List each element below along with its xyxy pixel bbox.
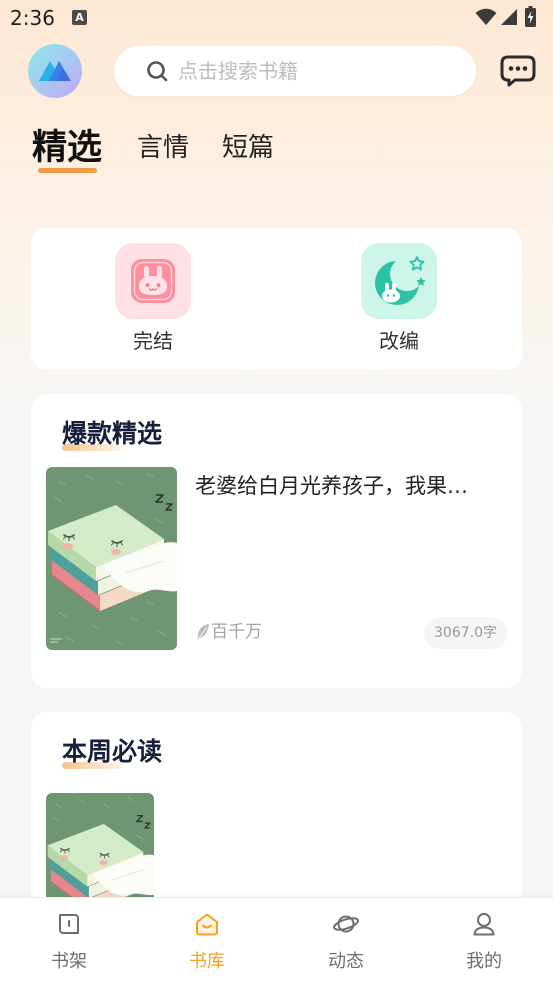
app-logo-icon — [28, 44, 82, 98]
a-notification-icon: A — [72, 10, 87, 25]
user-icon — [473, 913, 495, 936]
moon-bunny-icon — [361, 243, 437, 319]
bunny-icon — [115, 243, 191, 319]
book-author: 百千万 — [211, 622, 262, 642]
store-icon — [196, 913, 218, 936]
word-count-badge: 3067.0字 — [424, 617, 507, 649]
word-count: 3067.0字 — [434, 625, 497, 641]
nav-label: 书架 — [51, 951, 87, 972]
nav-feed[interactable]: 动态 — [277, 898, 415, 984]
category-label: 完结 — [133, 329, 173, 353]
nav-label: 书库 — [189, 951, 225, 972]
signal-icon — [501, 9, 517, 25]
search-input[interactable] — [178, 46, 458, 96]
battery-icon — [525, 6, 536, 27]
search-icon — [147, 61, 168, 82]
category-card: 完结 改编 — [31, 228, 522, 370]
section-title: 爆款精选 — [62, 419, 163, 448]
category-label: 改编 — [379, 329, 419, 353]
section-hot-picks: 爆款精选 老婆给白月光养孩子，我果… 百千万 3067.0字 — [31, 394, 522, 688]
tab-featured[interactable]: 精选 — [32, 126, 102, 170]
notification-label: A — [75, 11, 84, 24]
book-cover — [46, 467, 177, 650]
book-icon — [59, 914, 79, 934]
active-tab-indicator — [38, 168, 97, 173]
planet-icon — [333, 915, 359, 933]
nav-label: 动态 — [328, 951, 364, 972]
wifi-icon — [475, 8, 497, 25]
book-item[interactable]: 老婆给白月光养孩子，我果… 百千万 3067.0字 — [46, 467, 507, 650]
bottom-nav: 书架 书库 动态 我的 — [0, 897, 553, 984]
nav-profile[interactable]: 我的 — [415, 898, 553, 984]
search-bar[interactable] — [114, 46, 476, 96]
nav-bookshelf[interactable]: 书架 — [0, 898, 138, 984]
category-completed[interactable]: 完结 — [73, 228, 233, 370]
book-title: 老婆给白月光养孩子，我果… — [195, 474, 468, 498]
section-title: 本周必读 — [62, 737, 163, 766]
feather-icon — [197, 624, 209, 640]
nav-library[interactable]: 书库 — [138, 898, 276, 984]
nav-label: 我的 — [466, 951, 502, 972]
status-time: 2:36 — [10, 6, 55, 30]
tab-short-stories[interactable]: 短篇 — [222, 131, 274, 165]
tab-romance[interactable]: 言情 — [137, 131, 189, 165]
category-adapted[interactable]: 改编 — [319, 228, 479, 370]
chat-bubble-icon[interactable] — [500, 53, 536, 89]
